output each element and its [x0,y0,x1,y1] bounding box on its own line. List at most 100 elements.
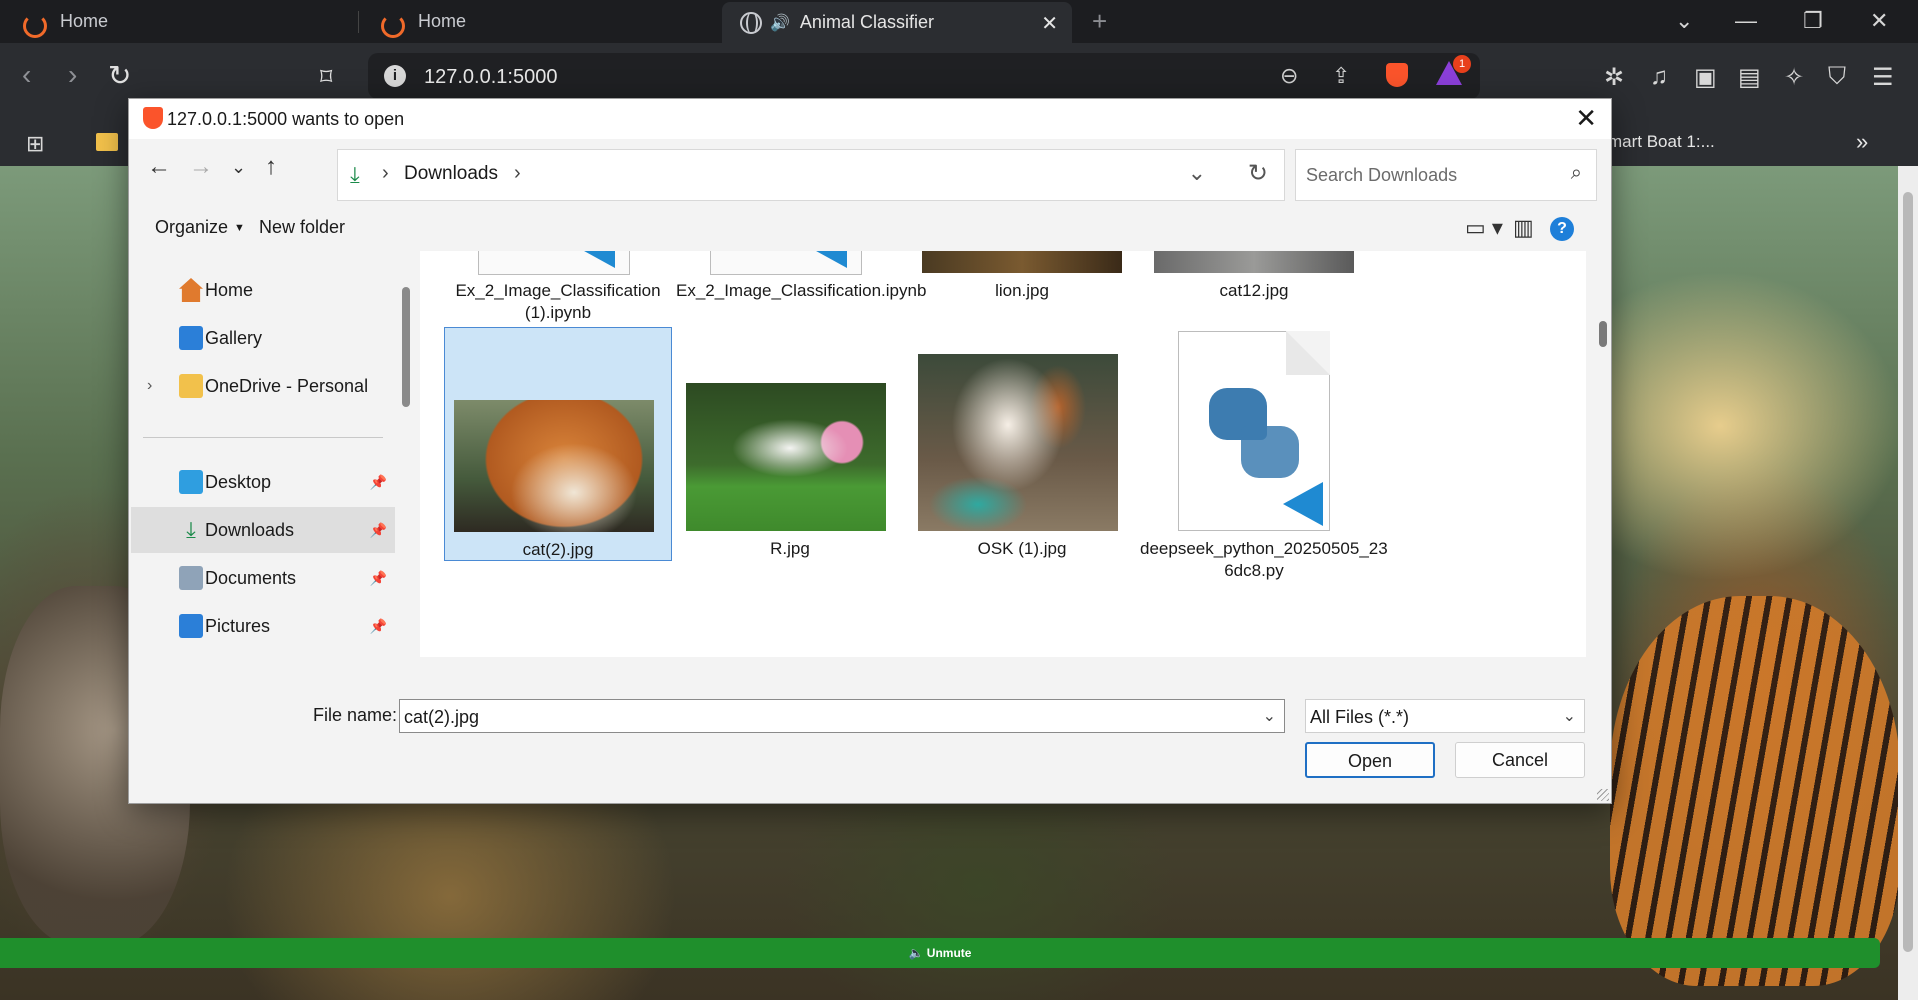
nav-item-downloads[interactable]: ⤓ Downloads 📌 [131,507,395,553]
back-icon[interactable]: ‹ [22,59,31,91]
nav-item-documents[interactable]: Documents 📌 [131,555,395,601]
expand-chevron-icon[interactable]: › [147,377,152,395]
notebook-thumbnail [478,251,630,275]
preview-pane-icon[interactable]: ▥ [1513,215,1534,241]
organize-button[interactable]: Organize ▼ [155,217,245,238]
file-list-scrollbar[interactable] [1596,251,1610,657]
tab-search-chevron-icon[interactable]: ⌄ [1675,8,1693,34]
address-bar[interactable]: i 127.0.0.1:5000 ⊖ ⇪ 1 [368,53,1480,99]
extensions-icon[interactable]: ✲ [1604,63,1624,92]
share-icon[interactable]: ⇪ [1332,63,1350,89]
cat-thumbnail [454,400,654,532]
file-name-value[interactable]: cat(2).jpg [404,707,479,728]
python-file-thumbnail [1178,331,1330,531]
tab-home-1[interactable]: Home [22,0,352,43]
tab-home-2[interactable]: Home [380,0,710,43]
new-folder-button[interactable]: New folder [259,217,345,238]
dog-thumbnail [918,354,1118,531]
file-item[interactable]: OSK (1).jpg [908,327,1136,561]
restore-icon[interactable]: ❐ [1803,8,1823,34]
nav-item-pictures[interactable]: Pictures 📌 [131,603,395,649]
file-name: cat(2).jpg [522,540,594,559]
view-options-icon[interactable]: ▭ ▾ [1465,215,1503,241]
url-text[interactable]: 127.0.0.1:5000 [424,66,557,89]
bookmark-icon[interactable]: ⌑ [320,63,332,92]
page-scrollbar-thumb[interactable] [1903,192,1913,952]
refresh-icon[interactable]: ↻ [1248,159,1268,188]
zoom-icon[interactable]: ⊖ [1280,63,1298,89]
search-icon[interactable]: ⌕ [1571,162,1582,185]
file-list: Ex_2_Image_Classification (1).ipynb Ex_2… [420,251,1586,657]
media-icon[interactable]: ♫ [1650,63,1668,91]
file-name: Ex_2_Image_Classification [455,281,661,300]
breadcrumb-chevron-icon[interactable]: › [382,162,389,185]
help-icon[interactable]: ? [1550,217,1574,241]
nav-item-home[interactable]: Home [131,267,395,313]
breadcrumb-folder[interactable]: Downloads [404,163,498,185]
brave-shields-icon[interactable] [1386,63,1408,87]
search-input[interactable]: Search Downloads ⌕ [1295,149,1597,201]
file-name-field[interactable]: cat(2).jpg ⌄ [399,699,1285,733]
bookmark-item[interactable]: mart Boat 1:... [1608,132,1715,152]
dialog-nav-row: ← → ⌄ ↑ ⤓ › Downloads › ⌄ ↻ Search Downl… [129,139,1611,205]
apps-grid-icon[interactable]: ⊞ [26,131,44,157]
file-item[interactable]: R.jpg [676,327,904,561]
page-scrollbar[interactable] [1898,166,1918,1000]
open-button[interactable]: Open [1305,742,1435,778]
vpn-shield-icon[interactable]: ⛉ [1828,63,1846,91]
file-item[interactable]: lion.jpg [908,251,1136,315]
forward-arrow-icon[interactable]: → [189,153,213,181]
opera-logo-icon [22,11,47,38]
brave-icon [143,107,163,129]
command-bar: Organize ▼ New folder ▭ ▾ ▥ ? [129,205,1611,251]
minimize-icon[interactable]: — [1735,8,1757,34]
pin-icon: 📌 [369,617,387,634]
file-type-value: All Files (*.*) [1310,707,1410,727]
file-item[interactable]: Ex_2_Image_Classification (1).ipynb [444,251,672,337]
file-type-dropdown-icon[interactable]: ⌄ [1563,706,1576,726]
window-close-icon[interactable]: ✕ [1870,8,1888,34]
site-info-icon[interactable]: i [384,65,406,87]
new-tab-icon[interactable]: + [1092,6,1107,37]
nav-pane-scrollbar[interactable] [401,287,411,647]
speaker-icon[interactable]: 🔊 [770,13,790,33]
bookmarks-overflow-icon[interactable]: » [1856,129,1868,155]
breadcrumb[interactable]: ⤓ › Downloads › ⌄ ↻ [337,149,1285,201]
up-arrow-icon[interactable]: ↑ [265,153,277,181]
resize-grip[interactable] [1597,789,1609,801]
wallet-icon[interactable]: ▤ [1738,63,1761,92]
back-arrow-icon[interactable]: ← [147,153,171,181]
python-logo-icon [1209,388,1299,478]
search-placeholder: Search Downloads [1306,165,1458,185]
sidebar-icon[interactable]: ▣ [1694,63,1717,92]
dialog-close-icon[interactable]: ✕ [1575,103,1597,134]
close-tab-icon[interactable]: ✕ [1041,11,1058,36]
file-list-scrollbar-thumb[interactable] [1599,321,1607,347]
nav-item-onedrive[interactable]: › OneDrive - Personal [131,363,395,409]
nav-item-gallery[interactable]: Gallery [131,315,395,361]
file-name: deepseek_python_20250505_23 [1140,539,1388,558]
reload-icon[interactable]: ↻ [108,59,131,92]
leo-ai-icon[interactable]: ✧ [1784,63,1804,92]
file-name-dropdown-icon[interactable]: ⌄ [1263,706,1276,726]
nav-item-desktop[interactable]: Desktop 📌 [131,459,395,505]
menu-icon[interactable]: ☰ [1872,63,1894,92]
bookmark-folder-icon[interactable] [96,133,118,151]
breadcrumb-chevron-icon[interactable]: › [514,162,521,185]
folder-icon [179,374,203,398]
globe-icon [740,11,762,34]
nav-item-label: OneDrive - Personal [205,375,369,396]
recent-locations-chevron-icon[interactable]: ⌄ [231,157,246,178]
file-item[interactable]: deepseek_python_20250505_23 6dc8.py [1140,327,1388,583]
forward-icon[interactable]: › [68,59,77,91]
file-item[interactable]: cat12.jpg [1140,251,1368,315]
file-item-selected[interactable]: cat(2).jpg [444,327,672,561]
file-type-select[interactable]: All Files (*.*) ⌄ [1305,699,1585,733]
tab-animal-classifier[interactable]: 🔊 Animal Classifier ✕ [722,2,1072,43]
address-dropdown-icon[interactable]: ⌄ [1188,160,1206,186]
cancel-button[interactable]: Cancel [1455,742,1585,778]
unmute-button[interactable]: 🔈 Unmute [0,938,1880,968]
nav-pane-scrollbar-thumb[interactable] [402,287,410,407]
file-item[interactable]: Ex_2_Image_Classification.ipynb [676,251,926,315]
rewards-badge: 1 [1453,55,1471,73]
